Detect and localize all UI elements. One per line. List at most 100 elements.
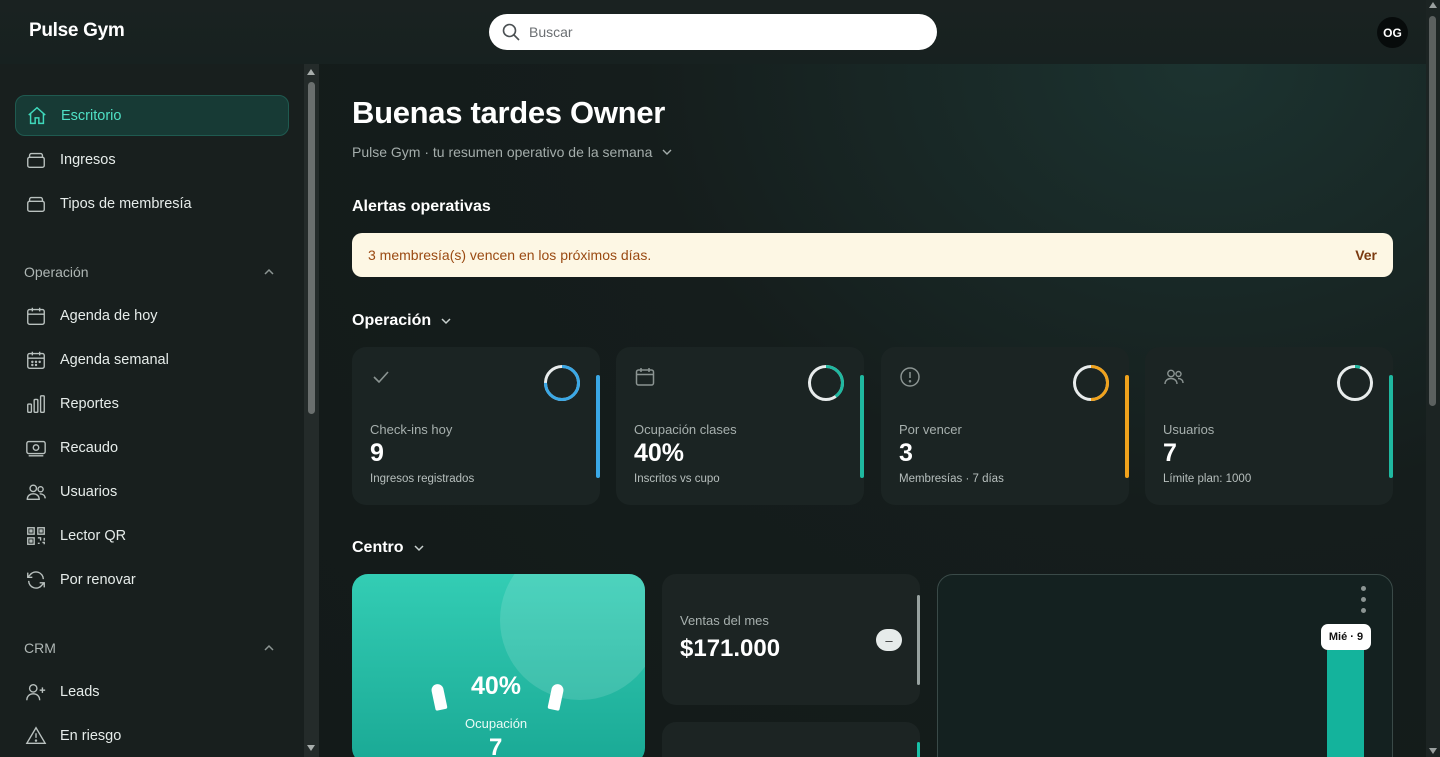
chevron-down-icon [441, 318, 451, 325]
kpi-card-usuarios[interactable]: Usuarios 7 Límite plan: 1000 [1145, 347, 1393, 505]
accent-bar [1125, 375, 1129, 478]
sales-value: $171.000 [680, 635, 781, 662]
accent-bar [917, 595, 920, 685]
section-title: Centro [352, 539, 404, 556]
chart-tooltip: Mié · 9 [1321, 624, 1371, 650]
sidebar-item-escritorio[interactable]: Escritorio [15, 95, 289, 136]
sidebar-item-label: Por renovar [60, 571, 136, 588]
kpi-value: 3 [899, 439, 913, 467]
stack-icon [25, 193, 47, 215]
weekly-chart-card[interactable]: Mié · 9 [937, 574, 1393, 757]
sidebar-item-label: En riesgo [60, 727, 122, 744]
kpi-card-checkins[interactable]: Check-ins hoy 9 Ingresos registrados [352, 347, 600, 505]
search-input[interactable] [529, 24, 909, 40]
sidebar-item-label: Ingresos [60, 151, 116, 168]
sidebar-item-label: Leads [60, 683, 100, 700]
check-icon [373, 371, 389, 384]
subtitle-text: Pulse Gym · tu resumen operativo de la s… [352, 144, 653, 160]
stack-icon [25, 149, 47, 171]
sidebar-item-label: Usuarios [60, 483, 118, 500]
sidebar-item-leads[interactable]: Leads [15, 671, 289, 712]
gauge-tick-left [430, 683, 448, 711]
section-toggle-operacion[interactable]: Operación [352, 312, 453, 330]
sidebar-scrollbar[interactable] [304, 64, 319, 757]
user-plus-icon [25, 681, 47, 703]
accent-bar [596, 375, 600, 478]
sidebar-item-agenda-semanal[interactable]: Agenda semanal [15, 339, 289, 380]
user-avatar[interactable]: OG [1377, 17, 1408, 48]
chevron-up-icon [264, 268, 274, 275]
sidebar-item-label: Lector QR [60, 527, 127, 544]
kpi-note: Inscritos vs cupo [634, 473, 720, 485]
scroll-down-arrow[interactable] [307, 745, 315, 751]
section-toggle-centro[interactable]: Centro [352, 539, 426, 557]
sidebar-item-agenda-hoy[interactable]: Agenda de hoy [15, 295, 289, 336]
scroll-up-arrow[interactable] [1429, 2, 1437, 8]
chevron-up-icon [264, 644, 274, 651]
sidebar-item-label: Escritorio [61, 107, 122, 124]
scroll-down-arrow[interactable] [1429, 748, 1437, 754]
accent-bar [860, 375, 864, 478]
progress-ring [1073, 365, 1109, 401]
chart-bar[interactable] [1327, 650, 1364, 757]
more-options-icon[interactable] [1361, 586, 1367, 618]
sales-card[interactable]: Ventas del mes $171.000 – [662, 574, 920, 705]
occupancy-card[interactable]: 40% Ocupación 7 [352, 574, 645, 757]
occupancy-label: Ocupación [465, 716, 528, 731]
accent-bar [917, 742, 920, 757]
sidebar-item-usuarios[interactable]: Usuarios [15, 471, 289, 512]
kpi-note: Ingresos registrados [370, 473, 475, 485]
kpi-value: 40% [634, 439, 685, 467]
page-subtitle[interactable]: Pulse Gym · tu resumen operativo de la s… [352, 144, 674, 160]
kpi-note: Límite plan: 1000 [1163, 473, 1252, 485]
sidebar-item-label: Agenda de hoy [60, 307, 158, 324]
section-title: Operación [352, 312, 432, 329]
expiring-memberships-alert: 3 membresía(s) vencen en los próximos dí… [352, 233, 1393, 277]
sidebar-item-recaudo[interactable]: Recaudo [15, 427, 289, 468]
window-scrollbar[interactable] [1426, 0, 1440, 757]
users-icon [1164, 369, 1184, 385]
calendar-icon [635, 368, 655, 386]
sales-label: Ventas del mes [680, 613, 769, 628]
brand-logo[interactable]: Pulse Gym [29, 20, 125, 42]
progress-ring [808, 365, 844, 401]
kpi-card-por-vencer[interactable]: Por vencer 3 Membresías · 7 días [881, 347, 1129, 505]
kpi-label: Check-ins hoy [370, 422, 453, 437]
scroll-up-arrow[interactable] [307, 69, 315, 75]
home-icon [26, 105, 48, 127]
users-icon [25, 481, 47, 503]
search-box[interactable] [489, 14, 937, 50]
kpi-note: Membresías · 7 días [899, 473, 1004, 485]
alert-circle-icon [900, 367, 920, 387]
sidebar-item-reportes[interactable]: Reportes [15, 383, 289, 424]
warning-icon [25, 725, 47, 747]
section-title: Operación [24, 264, 89, 280]
kpi-card-ocupacion[interactable]: Ocupación clases 40% Inscritos vs cupo [616, 347, 864, 505]
chevron-down-icon [662, 149, 672, 155]
alert-view-link[interactable]: Ver [1355, 247, 1377, 263]
scrollbar-thumb[interactable] [1429, 16, 1436, 406]
sidebar-item-label: Recaudo [60, 439, 119, 456]
sidebar-item-por-renovar[interactable]: Por renovar [15, 559, 289, 600]
section-title: CRM [24, 640, 56, 656]
qr-icon [25, 525, 47, 547]
sidebar-item-en-riesgo[interactable]: En riesgo [15, 715, 289, 756]
sidebar-item-lector-qr[interactable]: Lector QR [15, 515, 289, 556]
kpi-label: Ocupación clases [634, 422, 737, 437]
progress-ring [1337, 365, 1373, 401]
scrollbar-thumb[interactable] [308, 82, 315, 414]
sidebar-item-tipos-membresia[interactable]: Tipos de membresía [15, 183, 289, 224]
occupancy-value: 40% [471, 672, 522, 700]
section-crm-toggle[interactable]: CRM [24, 640, 276, 656]
cash-icon [25, 437, 47, 459]
sidebar-item-label: Tipos de membresía [60, 195, 192, 212]
metric-card[interactable] [662, 722, 920, 757]
sidebar-item-ingresos[interactable]: Ingresos [15, 139, 289, 180]
top-bar: Pulse Gym OG [0, 0, 1426, 64]
section-operacion-toggle[interactable]: Operación [24, 264, 276, 280]
kpi-value: 9 [370, 439, 384, 467]
accent-bar [1389, 375, 1393, 478]
trend-badge: – [876, 629, 902, 651]
sidebar-item-label: Reportes [60, 395, 119, 412]
decorative-circle [500, 574, 645, 700]
